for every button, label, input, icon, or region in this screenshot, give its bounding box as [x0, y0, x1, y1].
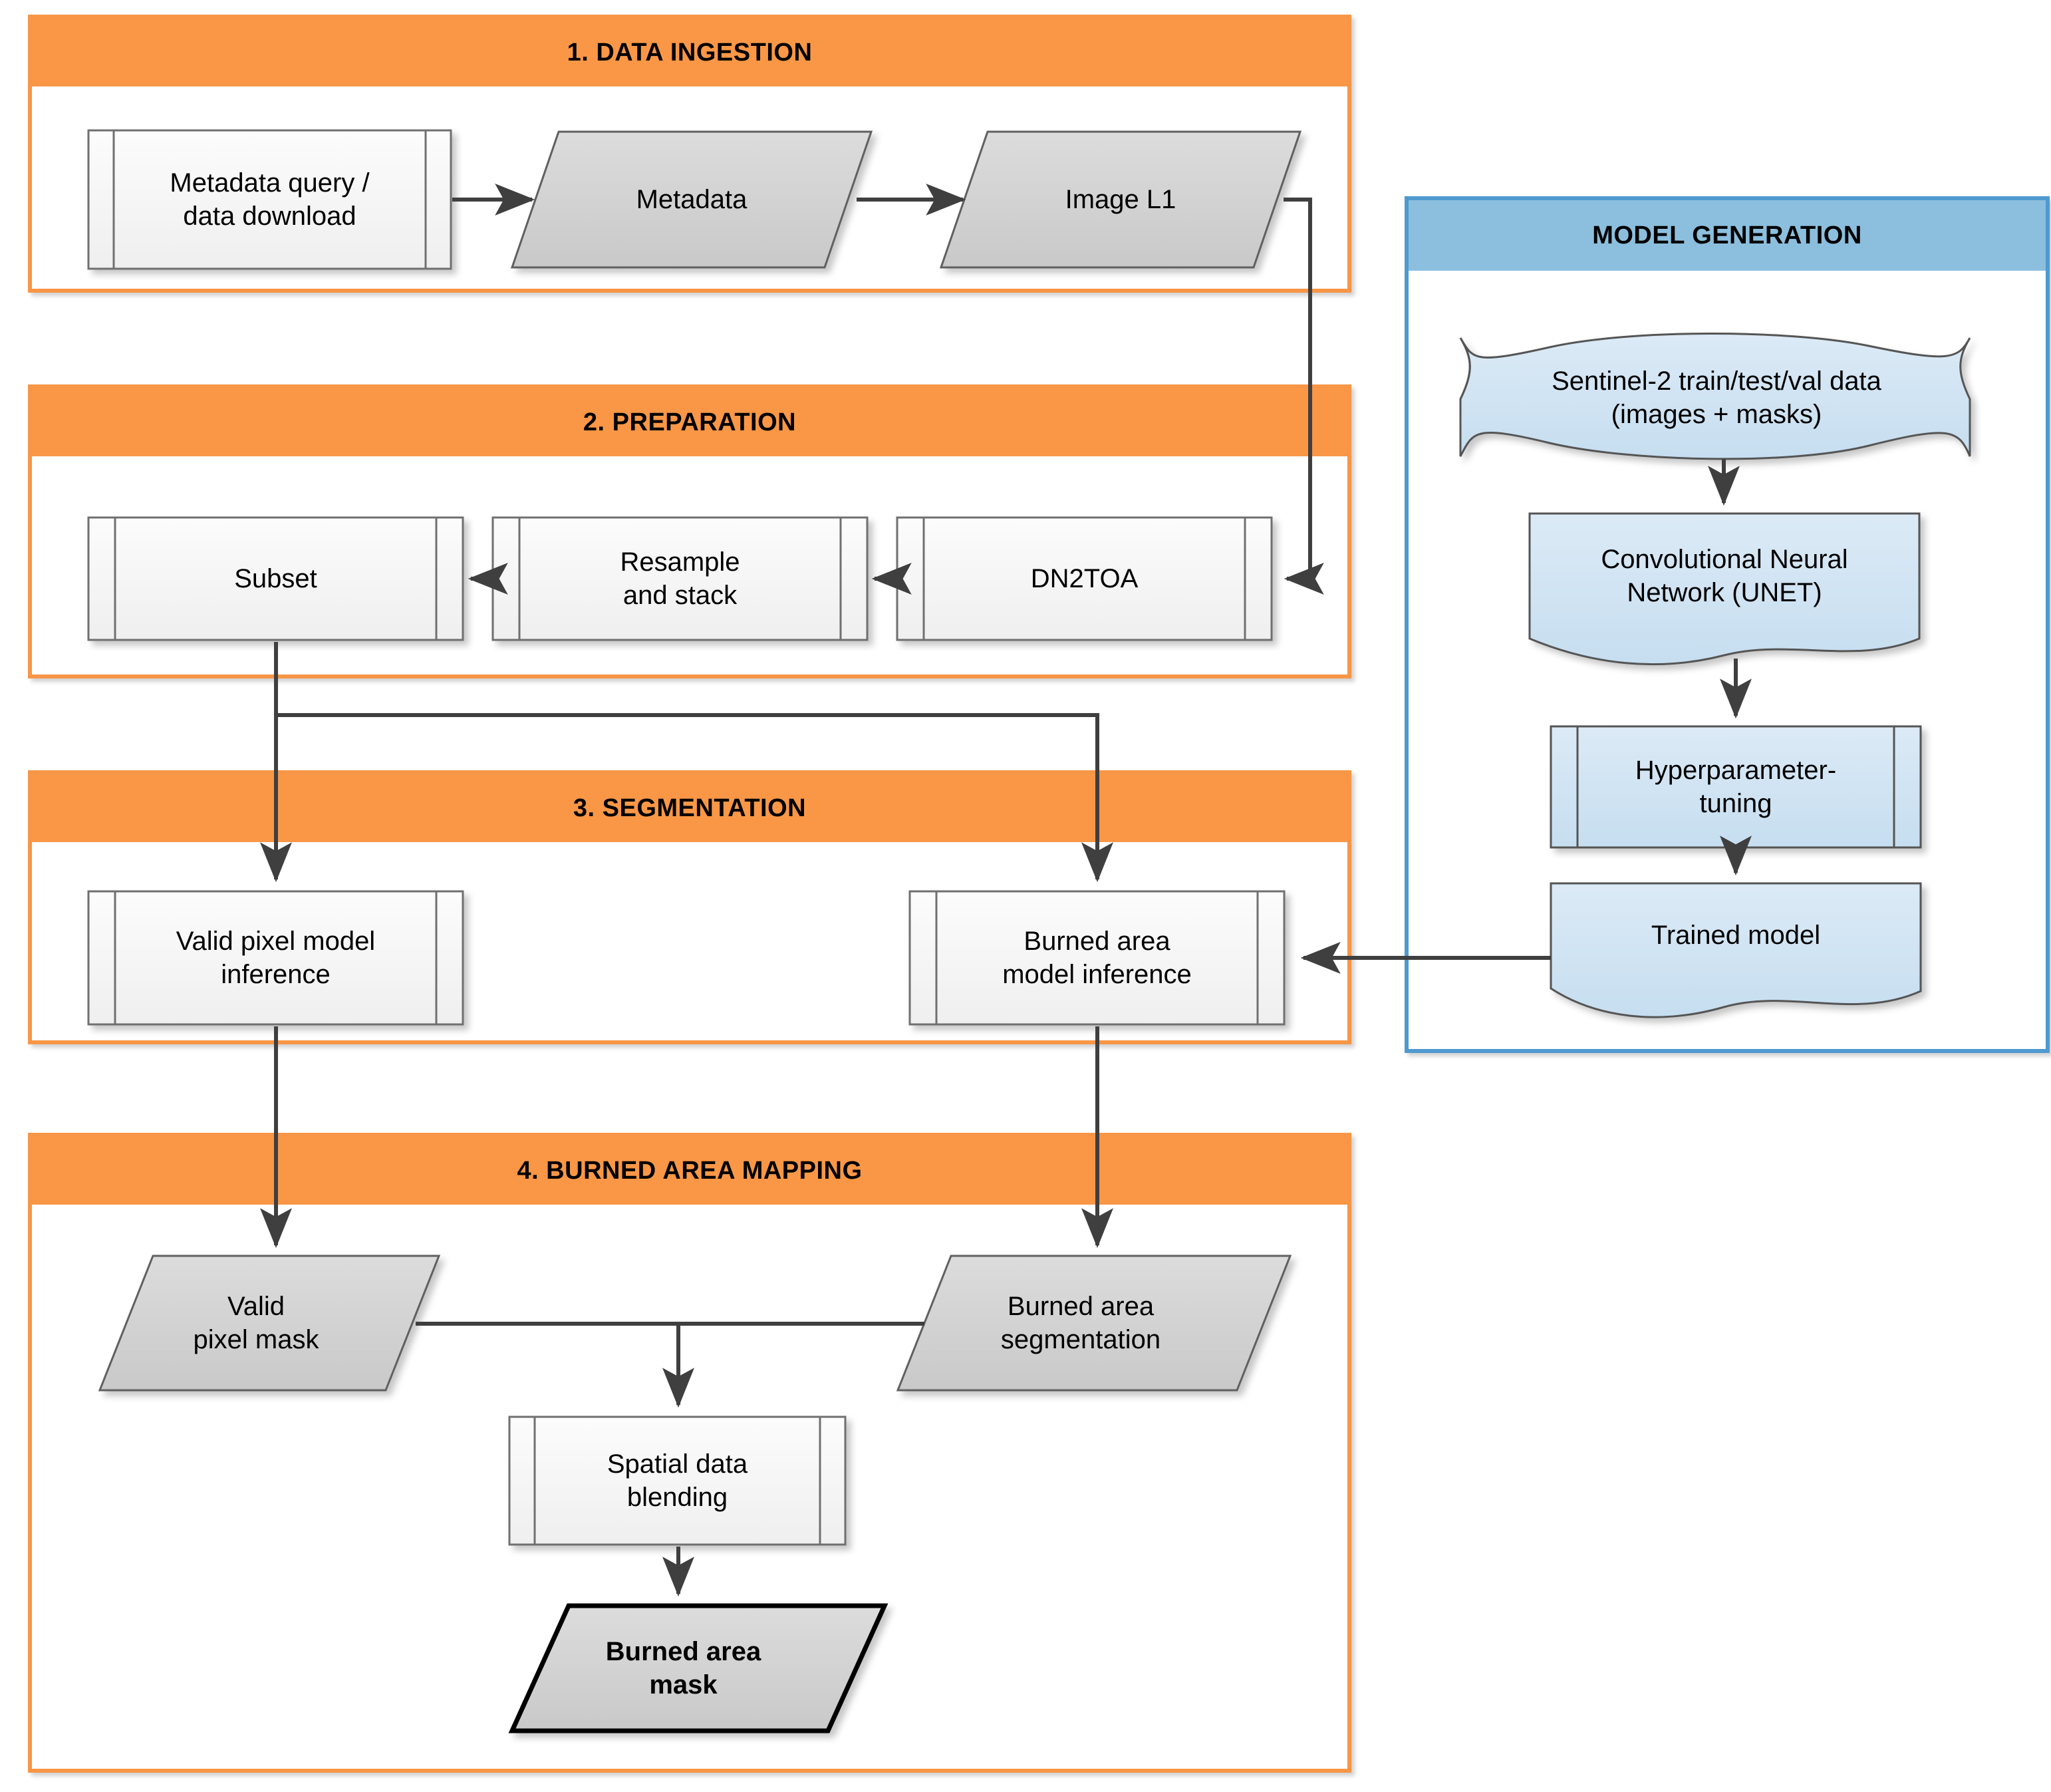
node-trained-model[interactable] [1550, 882, 1922, 1018]
node-burned-area-mask[interactable] [508, 1603, 889, 1733]
node-valid-pixel-model-inference[interactable] [87, 890, 464, 1026]
node-hyperparameter-tuning[interactable] [1550, 725, 1922, 849]
node-image-l1[interactable] [939, 130, 1302, 269]
node-burned-area-segmentation[interactable] [896, 1255, 1292, 1392]
node-cnn-unet[interactable] [1528, 512, 1921, 666]
node-valid-pixel-mask[interactable] [98, 1255, 441, 1392]
node-resample-and-stack[interactable] [491, 516, 869, 641]
flowchart-diagram: 1. DATA INGESTION 2. PREPARATION 3. SEGM… [0, 0, 2051, 1792]
connector-image-to-dn2toa [1284, 198, 1324, 595]
node-subset[interactable] [87, 516, 464, 641]
node-dn2toa[interactable] [896, 516, 1273, 641]
shapes-and-connectors-layer [87, 129, 1971, 1733]
node-burned-area-model-inference[interactable] [908, 890, 1286, 1026]
node-spatial-data-blending[interactable] [508, 1416, 847, 1546]
node-metadata-query[interactable] [87, 129, 452, 270]
node-sentinel-2-data[interactable] [1459, 333, 1971, 460]
connector-subset-to-burned-area [276, 713, 1113, 883]
node-metadata[interactable] [510, 130, 873, 269]
